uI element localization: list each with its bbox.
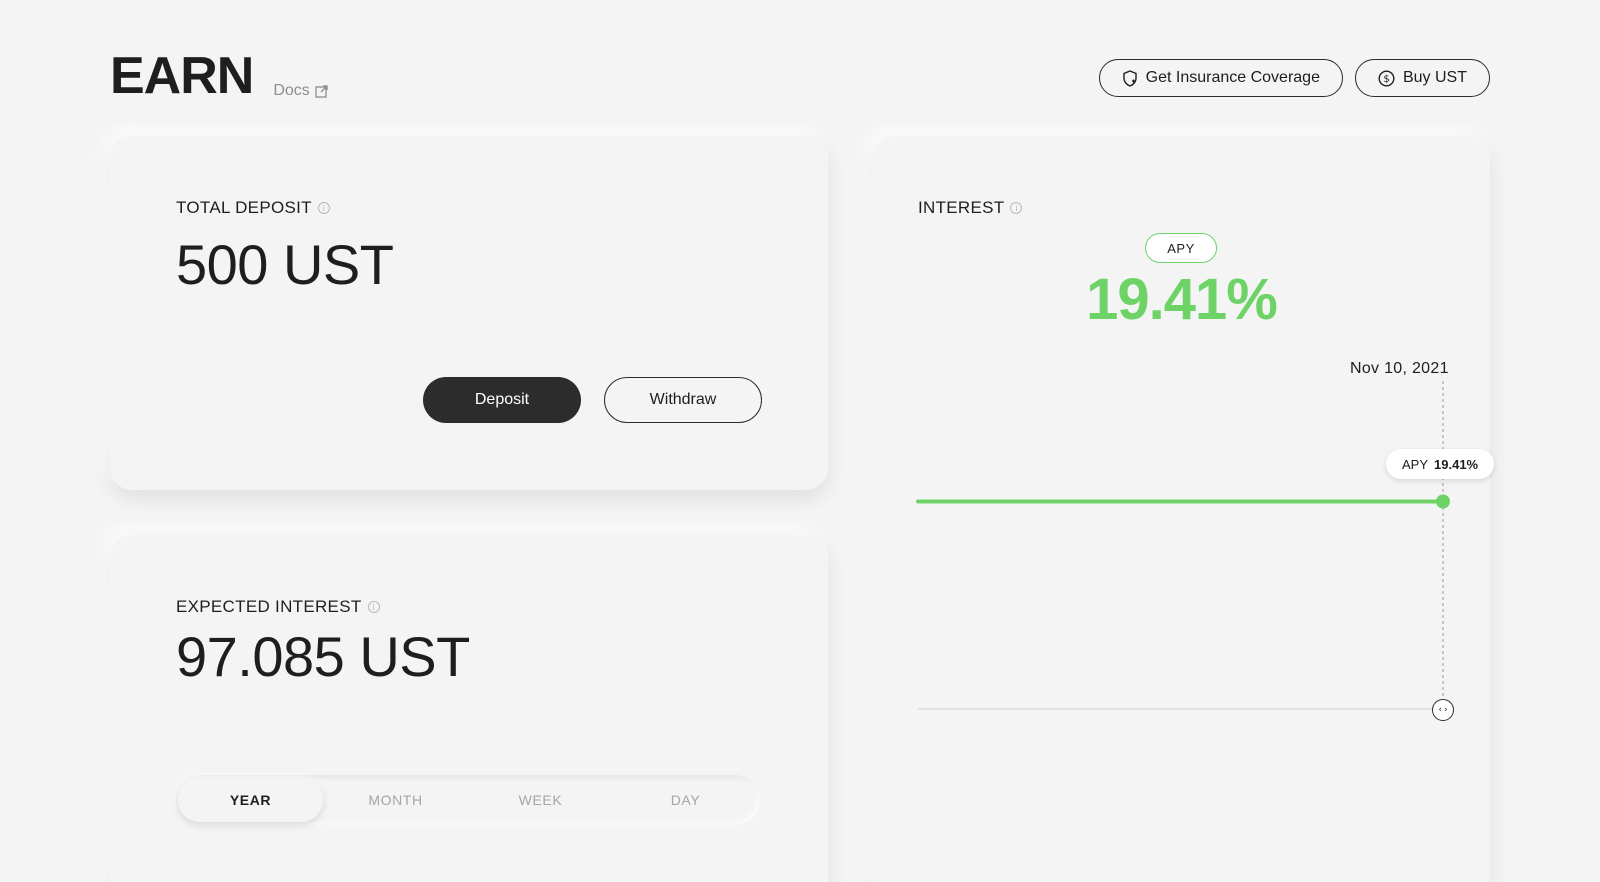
tab-year[interactable]: YEAR (178, 778, 323, 822)
insurance-coverage-label: Get Insurance Coverage (1145, 69, 1320, 86)
dollar-coin-icon: $ (1378, 69, 1395, 87)
buy-ust-button[interactable]: $ Buy UST (1354, 59, 1490, 97)
chart-date-label: Nov 10, 2021 (1350, 360, 1449, 377)
shield-icon (1122, 69, 1137, 87)
header-actions: Get Insurance Coverage $ Buy UST (1098, 59, 1490, 97)
info-icon[interactable]: i (317, 202, 330, 214)
docs-label: Docs (273, 82, 310, 99)
info-icon[interactable]: i (367, 601, 380, 613)
total-deposit-label: TOTAL DEPOSIT (176, 198, 312, 217)
buy-ust-label: Buy UST (1402, 69, 1467, 86)
total-deposit-card: TOTAL DEPOSIT i 500 UST Deposit Withdraw (110, 136, 828, 490)
expected-interest-label: EXPECTED INTEREST (176, 597, 362, 616)
page-title: EARN (110, 47, 254, 105)
apy-chart (916, 381, 1450, 710)
earn-page: EARN Docs Get Insurance Coverage $ Buy U… (0, 0, 1600, 882)
expected-interest-value: 97.085 UST (176, 625, 470, 688)
interest-card: INTEREST i APY 19.41% Nov 10, 2021 APY 1… (873, 136, 1495, 882)
deposit-button[interactable]: Deposit (423, 377, 581, 423)
chart-tooltip: APY 19.41% (1386, 449, 1495, 479)
tooltip-value: 19.41% (1434, 456, 1479, 472)
tab-week[interactable]: WEEK (468, 778, 613, 822)
total-deposit-value: 500 UST (176, 233, 394, 296)
external-link-icon (315, 84, 328, 98)
period-tabs: YEAR MONTH WEEK DAY (176, 775, 760, 825)
chart-scrub-handle[interactable]: ‹› (1432, 699, 1454, 721)
page-header: EARN Docs (110, 50, 328, 102)
total-deposit-heading: TOTAL DEPOSIT i (176, 198, 330, 218)
expected-interest-card: EXPECTED INTEREST i 97.085 UST YEAR MONT… (110, 535, 828, 882)
tab-month[interactable]: MONTH (323, 778, 468, 822)
tab-day[interactable]: DAY (613, 778, 758, 822)
svg-text:$: $ (1383, 74, 1389, 85)
insurance-coverage-button[interactable]: Get Insurance Coverage (1098, 59, 1343, 97)
apy-highlight-point (1436, 494, 1450, 509)
docs-link[interactable]: Docs (273, 82, 328, 100)
withdraw-button[interactable]: Withdraw (604, 377, 762, 423)
expected-interest-heading: EXPECTED INTEREST i (176, 597, 380, 617)
tooltip-label: APY (1402, 456, 1429, 472)
